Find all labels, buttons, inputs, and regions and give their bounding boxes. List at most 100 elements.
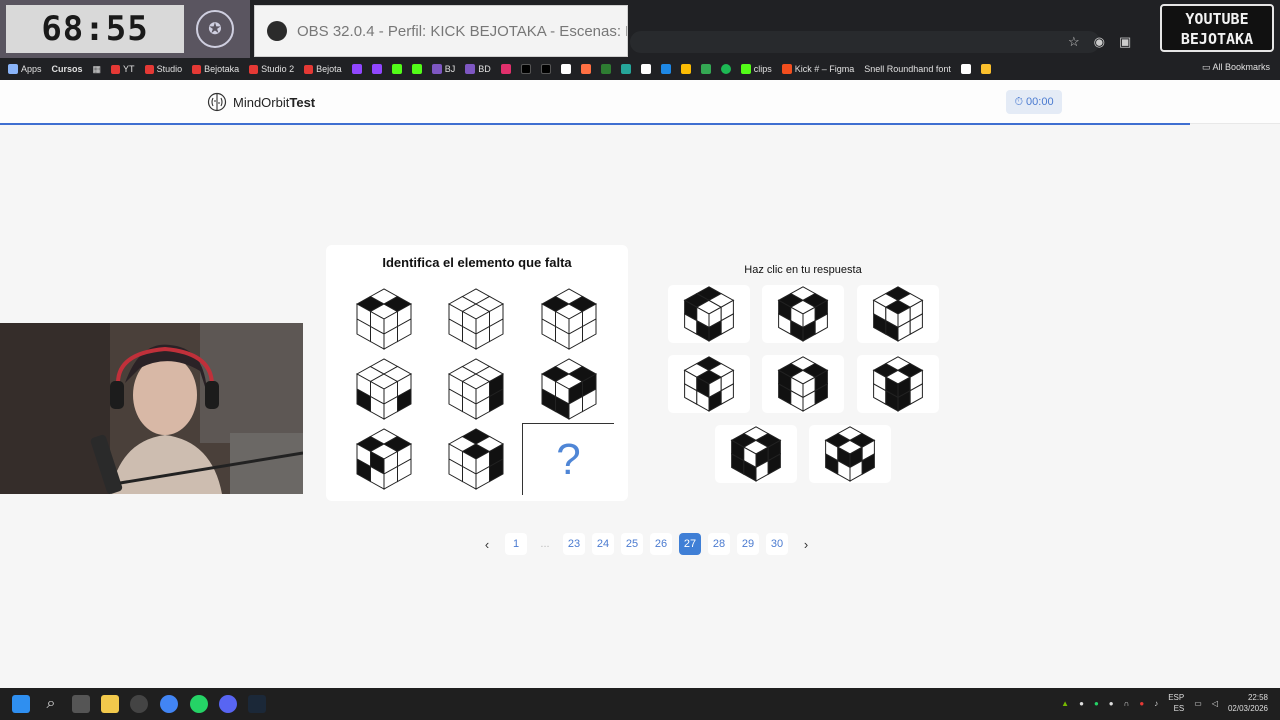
speaker-icon[interactable]: ◁: [1212, 699, 1218, 708]
answer-option-2[interactable]: [762, 285, 844, 343]
page-button[interactable]: 26: [650, 533, 672, 555]
star-icon[interactable]: ☆: [1068, 34, 1080, 50]
drive-icon: [700, 64, 711, 74]
bookmarks-bar: Apps Cursos ▦ YT Studio Bejotaka Studio …: [0, 58, 1280, 80]
answer-option-8[interactable]: [809, 425, 891, 483]
bookmark-blue[interactable]: [660, 64, 671, 74]
mic-icon[interactable]: ♪: [1154, 699, 1158, 708]
channel-line-1: YOUTUBE: [1185, 10, 1249, 28]
answer-option-7[interactable]: [715, 425, 797, 483]
bookmark-kick[interactable]: [391, 64, 402, 74]
twitch-icon: [371, 64, 382, 74]
bookmark-bd[interactable]: BD: [465, 64, 491, 74]
tab-search-icon[interactable]: ▣: [1119, 34, 1131, 50]
headset-icon[interactable]: ∩: [1124, 699, 1130, 708]
discord-taskbar-icon[interactable]: [219, 695, 237, 713]
file-explorer-icon[interactable]: [101, 695, 119, 713]
bookmark-bejotaka[interactable]: Bejotaka: [192, 64, 239, 74]
matrix-cell-3: [538, 287, 600, 351]
record-icon[interactable]: ●: [1139, 699, 1144, 708]
extension-icon[interactable]: ◉: [1094, 34, 1105, 50]
bookmark-teal[interactable]: [620, 64, 631, 74]
bookmark-tool[interactable]: [580, 64, 591, 74]
cube-figure: [447, 358, 505, 420]
notion-icon: [640, 64, 651, 74]
bookmark-apps[interactable]: Apps: [8, 64, 42, 74]
prev-page-button[interactable]: ‹: [476, 533, 498, 555]
chrome-taskbar-icon[interactable]: [160, 695, 178, 713]
windows-start-icon[interactable]: [12, 695, 30, 713]
answer-option-3[interactable]: [857, 285, 939, 343]
whatsapp-taskbar-icon[interactable]: [190, 695, 208, 713]
next-page-button[interactable]: ›: [795, 533, 817, 555]
obs-window-preview[interactable]: OBS 32.0.4 - Perfil: KICK BEJOTAKA - Esc…: [254, 5, 628, 57]
task-view-icon[interactable]: [72, 695, 90, 713]
bookmark-instagram[interactable]: [500, 64, 511, 74]
tiktok-icon: [520, 64, 531, 74]
bookmark-x[interactable]: [540, 64, 551, 74]
bookmark-clips[interactable]: clips: [740, 64, 772, 74]
bookmark-bj[interactable]: BJ: [431, 64, 455, 74]
channel-badge: YOUTUBE BEJOTAKA: [1160, 4, 1274, 52]
bookmark-bejota[interactable]: Bejota: [304, 64, 342, 74]
bookmark-f[interactable]: [560, 64, 571, 74]
answer-option-5[interactable]: [762, 355, 844, 413]
bookmark-tiktok[interactable]: [520, 64, 531, 74]
page-button[interactable]: 23: [563, 533, 585, 555]
bookmark-cursos[interactable]: Cursos: [52, 64, 83, 74]
all-bookmarks[interactable]: ▭ All Bookmarks: [1202, 62, 1270, 73]
cube-figure: [683, 286, 735, 342]
bookmark-font[interactable]: Snell Roundhand font: [864, 64, 951, 74]
twitch-icon: [351, 64, 362, 74]
bookmark-kick-2[interactable]: [411, 64, 422, 74]
language-indicator[interactable]: ESP ES: [1168, 692, 1184, 714]
pagination: ‹ 1 ... 23 24 25 26 27 28 29 30 ›: [476, 533, 817, 555]
page-button[interactable]: 30: [766, 533, 788, 555]
bookmark-yellow[interactable]: [980, 64, 991, 74]
folder-icon: ▭: [1201, 62, 1211, 72]
app-icon: [600, 64, 611, 74]
page-button[interactable]: 29: [737, 533, 759, 555]
nvidia-icon[interactable]: ▲: [1061, 699, 1069, 708]
cube-figure: [540, 358, 598, 420]
bookmark-yt[interactable]: YT: [111, 64, 135, 74]
bookmark-studio[interactable]: Studio: [144, 64, 182, 74]
progress-bar: [0, 123, 1190, 125]
obs-taskbar-icon[interactable]: [130, 695, 148, 713]
page-button[interactable]: 24: [592, 533, 614, 555]
bookmark-twitch[interactable]: [351, 64, 362, 74]
whatsapp-tray-icon[interactable]: ●: [1094, 699, 1099, 708]
bookmark-c[interactable]: [960, 64, 971, 74]
question-mark: ?: [556, 434, 581, 484]
bookmark-twitch-2[interactable]: [371, 64, 382, 74]
matrix-cell-2: [445, 287, 507, 351]
bookmark-green[interactable]: [600, 64, 611, 74]
bookmark-figma[interactable]: Kick # – Figma: [781, 64, 854, 74]
bookmark-drive[interactable]: [680, 64, 691, 74]
matrix-cell-5: [445, 357, 507, 421]
cube-figure: [355, 428, 413, 490]
steam-taskbar-icon[interactable]: [248, 695, 266, 713]
answer-option-1[interactable]: [668, 285, 750, 343]
system-clock[interactable]: 22:58 02/03/2026: [1228, 692, 1268, 714]
search-icon[interactable]: ⌕: [42, 695, 60, 713]
bookmark-studio-2[interactable]: Studio 2: [249, 64, 294, 74]
bookmark-grid[interactable]: ▦: [93, 64, 102, 75]
chrome-tray-icon[interactable]: ●: [1109, 699, 1114, 708]
bookmark-notion[interactable]: [640, 64, 651, 74]
steam-tray-icon[interactable]: ●: [1079, 699, 1084, 708]
answer-option-6[interactable]: [857, 355, 939, 413]
bookmark-drive-2[interactable]: [700, 64, 711, 74]
stream-timer-overlay: 68:55 ✪: [0, 0, 250, 58]
answer-option-4[interactable]: [668, 355, 750, 413]
page-button[interactable]: 28: [708, 533, 730, 555]
display-icon[interactable]: ▭: [1194, 699, 1202, 708]
brand-logo[interactable]: MindOrbitTest: [207, 92, 315, 112]
address-bar[interactable]: [630, 31, 1100, 53]
matrix-cell-4: [353, 357, 415, 421]
bookmark-spotify[interactable]: [720, 64, 731, 74]
page-button-current[interactable]: 27: [679, 533, 701, 555]
page-button-first[interactable]: 1: [505, 533, 527, 555]
page-button[interactable]: 25: [621, 533, 643, 555]
stopwatch-icon: ⏱: [1014, 95, 1024, 108]
